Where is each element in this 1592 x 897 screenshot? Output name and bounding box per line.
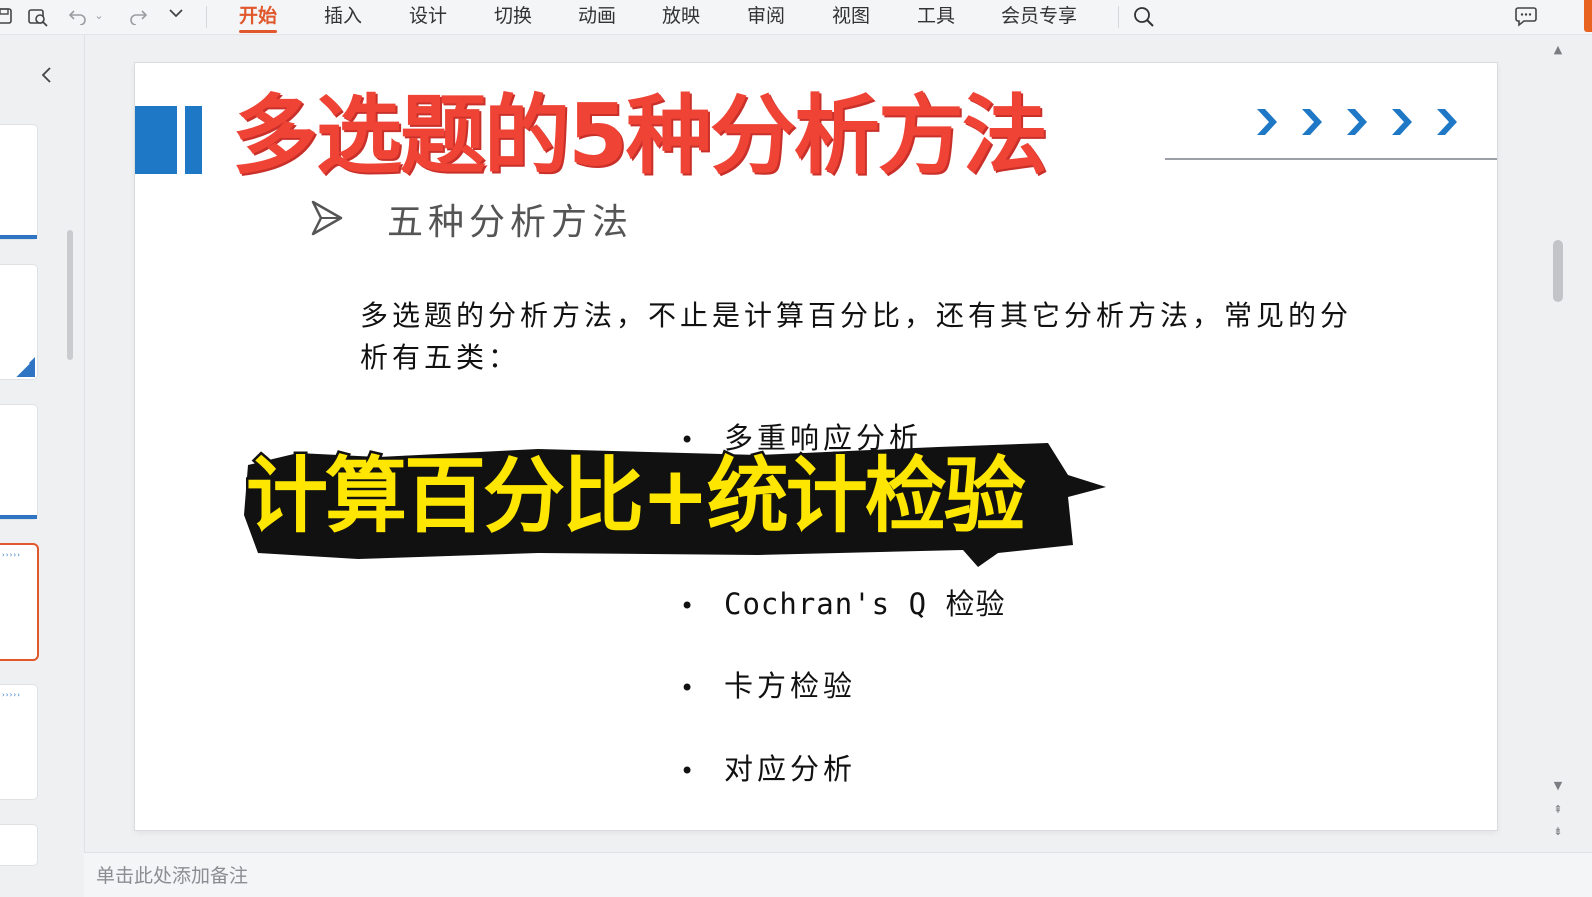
slide-thumbnail[interactable] [0,125,37,239]
chevron-left-icon[interactable] [38,65,56,85]
print-preview-icon[interactable] [26,4,50,28]
tab-slideshow[interactable]: 放映 [662,3,700,29]
notes-pane[interactable]: 单击此处添加备注 [84,852,1592,897]
redo-icon[interactable] [126,4,150,28]
chat-bubble-icon[interactable] [1514,2,1538,27]
slide-thumbnail[interactable] [0,825,37,865]
arrow-bullet-icon [311,200,343,236]
next-slide-icon[interactable]: ⇟ [1550,825,1566,839]
tab-member[interactable]: 会员专享 [1001,3,1077,29]
search-icon[interactable] [1132,2,1156,27]
previous-slide-icon[interactable]: ⇞ [1550,803,1566,817]
ribbon-toolbar: ⌄ 开始 插入 设计 切换 动画 放映 审阅 视图 工具 会员专享 [0,0,1592,35]
header-rule [1165,158,1497,160]
intro-paragraph: 多选题的分析方法，不止是计算百分比，还有其它分析方法，常见的分析有五类： [360,299,1353,374]
tab-design[interactable]: 设计 [409,3,447,29]
panel-scrollbar[interactable] [67,230,73,360]
slide-thumbnail-selected[interactable]: ››››› [0,545,37,659]
chevrons-decoration [1257,109,1457,135]
tab-transitions[interactable]: 切换 [494,3,532,29]
tab-review[interactable]: 审阅 [747,3,785,29]
slide-thumbnail[interactable] [0,405,37,519]
list-item: • 对应分析 [680,752,857,786]
account-badge[interactable] [1584,0,1592,32]
slide-thumbnail[interactable] [0,265,37,379]
list-item: • 卡方检验 [680,669,857,703]
customize-dropdown-icon[interactable] [164,4,188,28]
tab-home[interactable]: 开始 [239,3,278,33]
vertical-scrollbar[interactable]: ▲ ▼ ⇞ ⇟ [1545,35,1592,865]
slide-thumbnail[interactable]: ››››› [0,685,37,799]
scroll-down-icon[interactable]: ▼ [1550,779,1566,793]
ribbon-divider [1118,6,1119,28]
undo-icon[interactable] [66,4,90,28]
notes-placeholder: 单击此处添加备注 [96,865,249,887]
tab-animations[interactable]: 动画 [578,3,616,29]
tab-view[interactable]: 视图 [832,3,870,29]
overlay-caption: 计算百分比+统计检验 [244,447,1029,547]
title-accent-block [135,106,177,174]
scrollbar-thumb[interactable] [1553,240,1563,302]
tab-tools[interactable]: 工具 [917,3,955,29]
slide-thumbnails-panel: ››››› ››››› [0,35,85,865]
overlay-title: 多选题的5种分析方法 [232,86,1048,186]
scroll-up-icon[interactable]: ▲ [1550,43,1566,57]
slide-subtitle: 五种分析方法 [387,202,634,243]
undo-dropdown-icon[interactable]: ⌄ [92,4,106,28]
list-item: • Cochran's Q 检验 [680,587,1006,621]
ribbon-divider [206,6,207,28]
save-icon[interactable] [0,4,16,28]
tab-insert[interactable]: 插入 [324,3,362,29]
title-accent-bar [185,106,202,174]
